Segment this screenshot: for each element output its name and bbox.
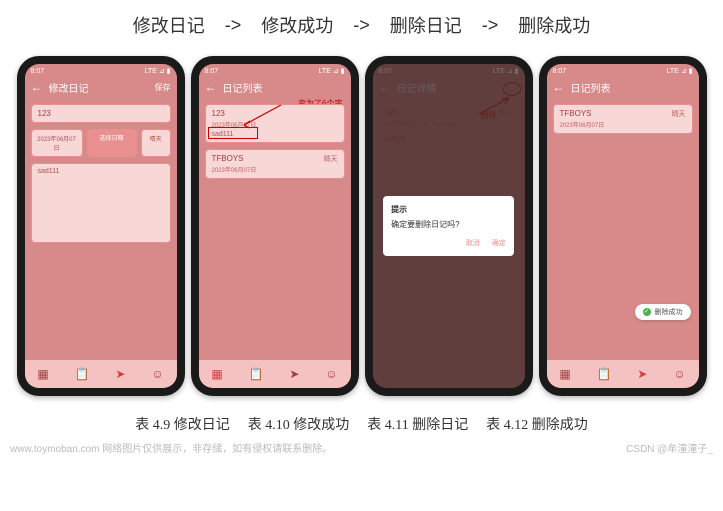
- arrow-icon: ->: [225, 15, 242, 36]
- modal-overlay: 提示 确定要删除日记吗? 取消 确定: [373, 64, 525, 388]
- date-display: 2023年06月07日: [31, 129, 83, 157]
- card-weather: 晴天: [672, 109, 686, 119]
- diary-card[interactable]: TFBOYS 晴天 2023年06月07日: [205, 149, 345, 179]
- annotation-highlight-box: [208, 127, 258, 139]
- dialog-message: 确定要删除日记吗?: [391, 219, 506, 230]
- caption-4: 表 4.12 删除成功: [486, 414, 588, 434]
- screen: 8:07 LTE ⊿ ▮ ← 日记列表 TFBOYS 晴天 2023年06月07…: [547, 64, 699, 388]
- nav-list-icon[interactable]: 📋: [75, 367, 90, 381]
- flow-step-3: 删除日记: [390, 12, 462, 38]
- nav-home-icon[interactable]: ▦: [211, 367, 222, 381]
- screen: 8:07 LTE ⊿ ▮ ← 日记列表 变为了6个字 123 2023年06月0…: [199, 64, 351, 388]
- check-icon: ✓: [643, 308, 651, 316]
- content-area: TFBOYS 晴天 2023年06月07日 ✓ 删除成功: [547, 98, 699, 360]
- nav-profile-icon[interactable]: ☺: [325, 367, 337, 381]
- flow-step-1: 修改日记: [133, 12, 205, 38]
- nav-send-icon[interactable]: ➤: [637, 367, 647, 381]
- watermark-right: CSDN @牟潼潼子_: [626, 440, 713, 455]
- card-date: 2023年06月07日: [560, 120, 686, 129]
- bottom-nav: ▦ 📋 ➤ ☺: [199, 360, 351, 388]
- back-icon[interactable]: ←: [31, 80, 43, 94]
- cancel-button[interactable]: 取消: [466, 240, 480, 247]
- status-icons: LTE ⊿ ▮: [145, 67, 171, 75]
- arrow-icon: ->: [353, 15, 370, 36]
- confirm-button[interactable]: 确定: [492, 240, 506, 247]
- status-icons: LTE ⊿ ▮: [319, 67, 345, 75]
- bottom-nav: ▦ 📋 ➤ ☺: [25, 360, 177, 388]
- nav-list-icon[interactable]: 📋: [249, 367, 264, 381]
- date-picker-button[interactable]: 选择日期: [87, 129, 137, 157]
- status-time: 8:07: [205, 68, 219, 75]
- status-time: 8:07: [31, 68, 45, 75]
- toast-text: 删除成功: [655, 307, 683, 317]
- phone-mockup: 8:07 LTE ⊿ ▮ ← 日记列表 变为了6个字 123 2023年06月0…: [191, 56, 359, 396]
- phone-mockup: 8:07 LTE ⊿ ▮ ← 日记详情 删除 123 晴天 2023年06月07…: [365, 56, 533, 396]
- bottom-nav: ▦ 📋 ➤ ☺: [547, 360, 699, 388]
- page-title: 日记列表: [571, 80, 693, 95]
- app-bar: ← 日记列表: [547, 76, 699, 98]
- nav-send-icon[interactable]: ➤: [289, 367, 299, 381]
- diary-card[interactable]: TFBOYS 晴天 2023年06月07日: [553, 104, 693, 134]
- nav-profile-icon[interactable]: ☺: [673, 367, 685, 381]
- phone-row: 8:07 LTE ⊿ ▮ ← 修改日记 保存 123 2023年06月07日 选…: [0, 56, 723, 396]
- nav-home-icon[interactable]: ▦: [559, 367, 570, 381]
- flow-header: 修改日记 -> 修改成功 -> 删除日记 -> 删除成功: [0, 0, 723, 56]
- card-title: TFBOYS: [212, 154, 338, 163]
- phone-mockup: 8:07 LTE ⊿ ▮ ← 修改日记 保存 123 2023年06月07日 选…: [17, 56, 185, 396]
- nav-profile-icon[interactable]: ☺: [151, 367, 163, 381]
- flow-step-4: 删除成功: [518, 12, 590, 38]
- back-icon[interactable]: ←: [553, 80, 565, 94]
- app-bar: ← 日记列表: [199, 76, 351, 98]
- back-icon[interactable]: ←: [205, 80, 217, 94]
- body-input[interactable]: sad111: [31, 163, 171, 243]
- nav-send-icon[interactable]: ➤: [115, 367, 125, 381]
- page-title: 修改日记: [49, 80, 149, 95]
- dialog-title: 提示: [391, 204, 506, 215]
- caption-row: 表 4.9 修改日记 表 4.10 修改成功 表 4.11 删除日记 表 4.1…: [0, 396, 723, 438]
- confirm-dialog: 提示 确定要删除日记吗? 取消 确定: [383, 196, 514, 256]
- screen: 8:07 LTE ⊿ ▮ ← 日记详情 删除 123 晴天 2023年06月07…: [373, 64, 525, 388]
- status-bar: 8:07 LTE ⊿ ▮: [25, 64, 177, 76]
- app-bar: ← 修改日记 保存: [25, 76, 177, 98]
- nav-home-icon[interactable]: ▦: [37, 367, 48, 381]
- toast-success: ✓ 删除成功: [635, 304, 691, 320]
- phone-mockup: 8:07 LTE ⊿ ▮ ← 日记列表 TFBOYS 晴天 2023年06月07…: [539, 56, 707, 396]
- status-time: 8:07: [553, 68, 567, 75]
- date-row: 2023年06月07日 选择日期 晴天: [31, 129, 171, 157]
- card-date: 2023年06月07日: [212, 165, 338, 174]
- card-weather: 晴天: [324, 154, 338, 164]
- caption-2: 表 4.10 修改成功: [248, 414, 350, 434]
- title-input[interactable]: 123: [31, 104, 171, 123]
- caption-1: 表 4.9 修改日记: [135, 414, 230, 434]
- status-bar: 8:07 LTE ⊿ ▮: [547, 64, 699, 76]
- diary-card[interactable]: 123 2023年06月07日 sad111: [205, 104, 345, 143]
- status-bar: 8:07 LTE ⊿ ▮: [199, 64, 351, 76]
- weather-input[interactable]: 晴天: [141, 129, 171, 157]
- page-title: 日记列表: [223, 80, 345, 95]
- footer: www.toymoban.com 网络图片仅供展示，非存储，如有侵权请联系删除。…: [0, 438, 723, 457]
- content-area: 123 2023年06月07日 选择日期 晴天 sad111: [25, 98, 177, 360]
- nav-list-icon[interactable]: 📋: [597, 367, 612, 381]
- card-title: TFBOYS: [560, 109, 686, 118]
- card-title: 123: [212, 109, 338, 118]
- flow-step-2: 修改成功: [261, 12, 333, 38]
- content-area: 变为了6个字 123 2023年06月07日 sad111 TFBOYS 晴天 …: [199, 98, 351, 360]
- save-button[interactable]: 保存: [155, 82, 171, 93]
- arrow-icon: ->: [482, 15, 499, 36]
- caption-3: 表 4.11 删除日记: [367, 414, 468, 434]
- screen: 8:07 LTE ⊿ ▮ ← 修改日记 保存 123 2023年06月07日 选…: [25, 64, 177, 388]
- watermark-left: www.toymoban.com 网络图片仅供展示，非存储，如有侵权请联系删除。: [10, 440, 332, 455]
- status-icons: LTE ⊿ ▮: [667, 67, 693, 75]
